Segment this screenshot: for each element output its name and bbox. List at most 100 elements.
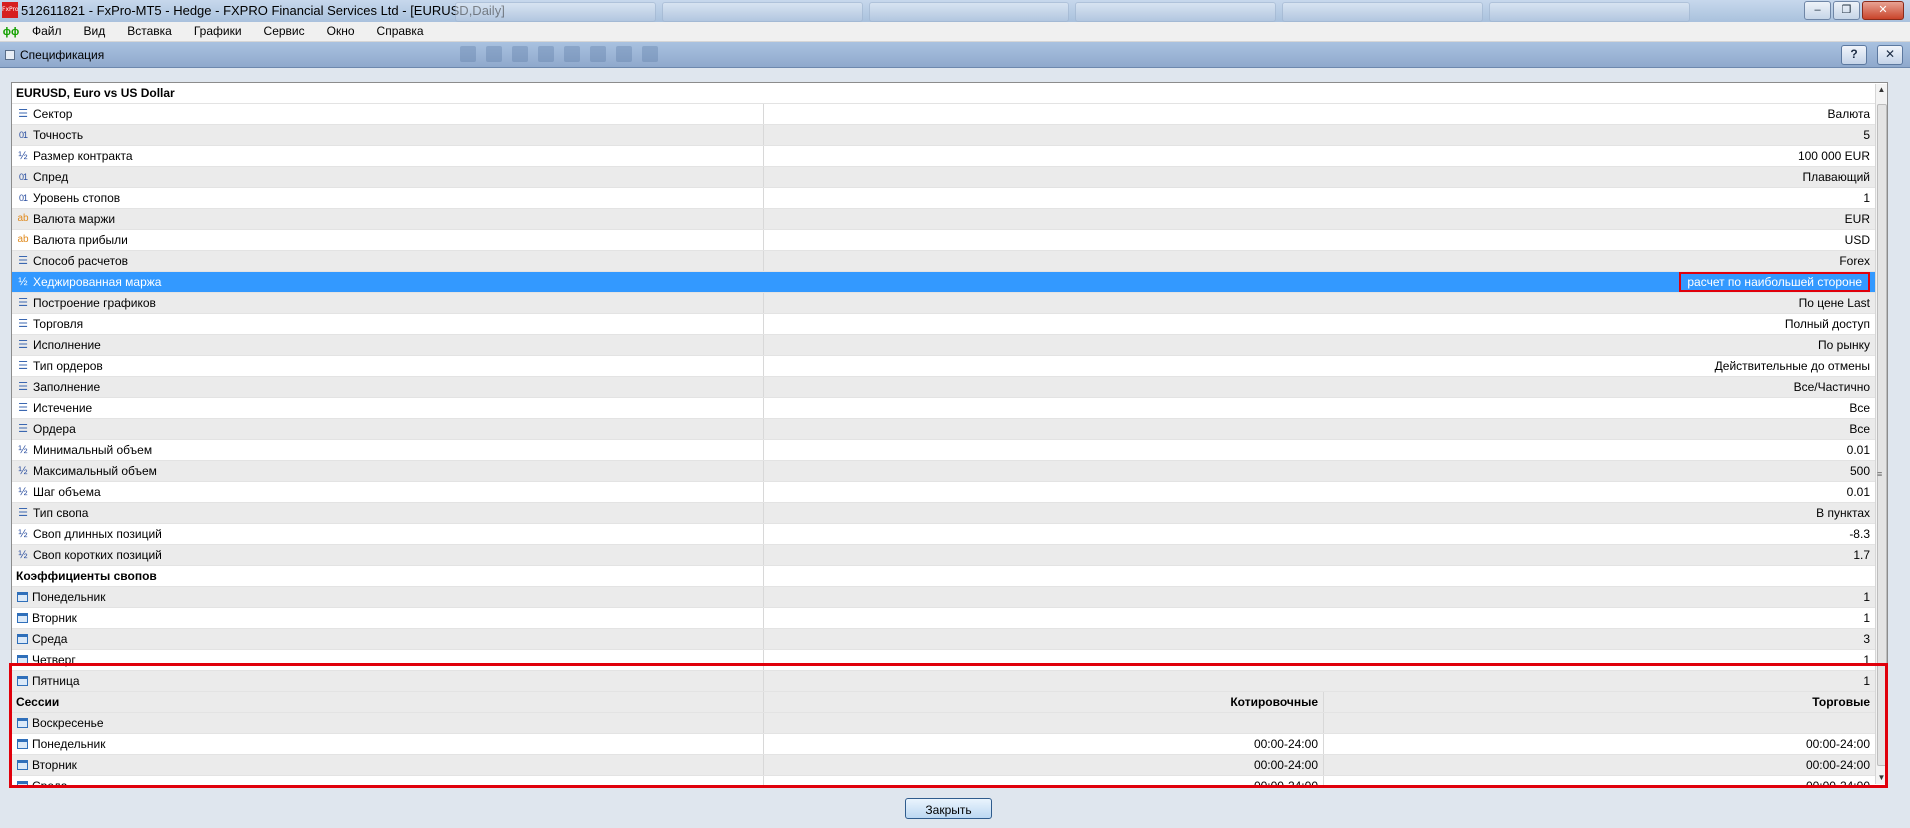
swap-day: Среда — [32, 632, 68, 646]
session-trade-hours: 00:00-24:00 — [1323, 776, 1876, 785]
property-name: Истечение — [33, 401, 93, 415]
sessions-title: Сессии — [16, 695, 60, 709]
property-row[interactable]: ☰ Истечение Все — [12, 398, 1887, 419]
property-row[interactable]: ☰ Тип свопа В пунктах — [12, 503, 1887, 524]
property-name: Максимальный объем — [33, 464, 157, 478]
menu-view[interactable]: Вид — [74, 22, 118, 41]
restore-icon[interactable]: ❐ — [1833, 1, 1860, 20]
list-property-icon: ☰ — [18, 423, 28, 435]
fraction-property-icon: ½ — [18, 465, 28, 477]
property-row[interactable]: ½ Размер контракта 100 000 EUR — [12, 146, 1887, 167]
swap-row[interactable]: Пятница 1 — [12, 671, 1887, 692]
session-day: Вторник — [32, 758, 77, 772]
menu-window[interactable]: Окно — [317, 22, 367, 41]
property-row[interactable]: ab Валюта прибыли USD — [12, 230, 1887, 251]
session-row[interactable]: Вторник 00:00-24:00 00:00-24:00 — [12, 755, 1887, 776]
property-row[interactable]: ½ Максимальный объем 500 — [12, 461, 1887, 482]
scroll-thumb[interactable] — [1877, 104, 1887, 766]
property-value: расчет по наибольшей стороне — [1679, 272, 1870, 292]
property-row[interactable]: ab Валюта маржи EUR — [12, 209, 1887, 230]
property-name-cell: ½ Размер контракта — [12, 146, 762, 166]
window-controls: – ❐ ✕ — [1804, 1, 1904, 20]
swap-section-value — [763, 566, 1876, 586]
property-value: Forex — [1839, 254, 1870, 268]
menu-file[interactable]: Файл — [22, 22, 74, 41]
property-value-cell: Действительные до отмены — [763, 356, 1876, 376]
swap-section-header[interactable]: Коэффициенты свопов — [12, 566, 1887, 587]
window-title-bar: FxPro 512611821 - FxPro-MT5 - Hedge - FX… — [0, 0, 1910, 23]
swap-coefficient: 3 — [763, 629, 1876, 649]
menu-insert[interactable]: Вставка — [117, 22, 184, 41]
property-value-cell: По рынку — [763, 335, 1876, 355]
property-name-cell: 01 Спред — [12, 167, 762, 187]
property-name-cell: ☰ Истечение — [12, 398, 762, 418]
dialog-close-button[interactable]: ✕ — [1877, 45, 1903, 65]
property-row[interactable]: ☰ Ордера Все — [12, 419, 1887, 440]
property-name-cell: ab Валюта прибыли — [12, 230, 762, 250]
dialog-title: Спецификация — [20, 48, 105, 62]
property-value: 0.01 — [1846, 443, 1870, 457]
scroll-up-icon[interactable]: ▲ — [1876, 84, 1887, 96]
swap-row[interactable]: Понедельник 1 — [12, 587, 1887, 608]
property-row[interactable]: 01 Уровень стопов 1 — [12, 188, 1887, 209]
property-row[interactable]: ☰ Исполнение По рынку — [12, 335, 1887, 356]
property-row[interactable]: ½ Шаг объема 0.01 — [12, 482, 1887, 503]
property-value-cell: Все — [763, 419, 1876, 439]
scroll-down-icon[interactable]: ▼ — [1876, 772, 1887, 784]
close-window-icon[interactable]: ✕ — [1862, 1, 1904, 20]
property-name: Валюта прибыли — [33, 233, 128, 247]
list-property-icon: ☰ — [18, 108, 28, 120]
property-value-cell: расчет по наибольшей стороне — [763, 272, 1876, 292]
scroll-grip-icon: ≡ — [1877, 469, 1883, 479]
session-quote-hours: 00:00-24:00 — [763, 776, 1323, 785]
session-row[interactable]: Понедельник 00:00-24:00 00:00-24:00 — [12, 734, 1887, 755]
property-row[interactable]: ☰ Построение графиков По цене Last — [12, 293, 1887, 314]
list-property-icon: ☰ — [18, 255, 28, 267]
property-row[interactable]: ½ Своп коротких позиций 1.7 — [12, 545, 1887, 566]
minimize-icon[interactable]: – — [1804, 1, 1831, 20]
sessions-header-row[interactable]: Сессии Котировочные Торговые — [12, 692, 1887, 713]
list-property-icon: ☰ — [18, 297, 28, 309]
property-row[interactable]: 01 Точность 5 — [12, 125, 1887, 146]
property-row[interactable]: ½ Своп длинных позиций -8.3 — [12, 524, 1887, 545]
property-value-cell: USD — [763, 230, 1876, 250]
property-row[interactable]: ☰ Сектор Валюта — [12, 104, 1887, 125]
property-row[interactable]: ½ Хеджированная маржа расчет по наибольшей… — [12, 272, 1887, 293]
swap-row[interactable]: Четверг 1 — [12, 650, 1887, 671]
session-row[interactable]: Воскресенье — [12, 713, 1887, 734]
help-button[interactable]: ? — [1841, 45, 1867, 65]
symbol-header-row[interactable]: EURUSD, Euro vs US Dollar — [12, 83, 1887, 104]
menu-tools[interactable]: Сервис — [254, 22, 317, 41]
table-scrollbar[interactable]: ▲ ≡ ▼ — [1875, 84, 1887, 784]
property-name-cell: ☰ Торговля — [12, 314, 762, 334]
close-button[interactable]: Закрыть — [905, 798, 992, 819]
swap-row[interactable]: Среда 3 — [12, 629, 1887, 650]
toolbar-ghost-icon — [512, 46, 528, 62]
toolbar-ghost — [460, 46, 1780, 62]
text-property-icon: ab — [17, 234, 29, 245]
menu-help[interactable]: Справка — [367, 22, 436, 41]
session-day-cell: Воскресенье — [12, 713, 762, 733]
property-value-cell: Валюта — [763, 104, 1876, 124]
list-property-icon: ☰ — [18, 318, 28, 330]
swap-day-cell: Вторник — [12, 608, 762, 628]
property-value: Все/Частично — [1793, 380, 1870, 394]
property-row[interactable]: ☰ Торговля Полный доступ — [12, 314, 1887, 335]
property-name: Своп длинных позиций — [33, 527, 162, 541]
property-name-cell: ½ Минимальный объем — [12, 440, 762, 460]
toolbar-ghost-icon — [590, 46, 606, 62]
property-row[interactable]: ☰ Способ расчетов Forex — [12, 251, 1887, 272]
property-row[interactable]: ☰ Заполнение Все/Частично — [12, 377, 1887, 398]
property-name-cell: ab Валюта маржи — [12, 209, 762, 229]
property-row[interactable]: 01 Спред Плавающий — [12, 167, 1887, 188]
calendar-icon — [17, 592, 28, 602]
property-row[interactable]: ½ Минимальный объем 0.01 — [12, 440, 1887, 461]
menu-charts[interactable]: Графики — [184, 22, 254, 41]
calendar-icon — [17, 760, 28, 770]
swap-row[interactable]: Вторник 1 — [12, 608, 1887, 629]
property-row[interactable]: ☰ Тип ордеров Действительные до отмены — [12, 356, 1887, 377]
calendar-icon — [17, 613, 28, 623]
session-row[interactable]: Среда 00:00-24:00 00:00-24:00 — [12, 776, 1887, 785]
session-trade-hours: 00:00-24:00 — [1323, 734, 1876, 754]
specification-table[interactable]: EURUSD, Euro vs US Dollar ☰ Сектор Валюта 0… — [11, 82, 1888, 786]
